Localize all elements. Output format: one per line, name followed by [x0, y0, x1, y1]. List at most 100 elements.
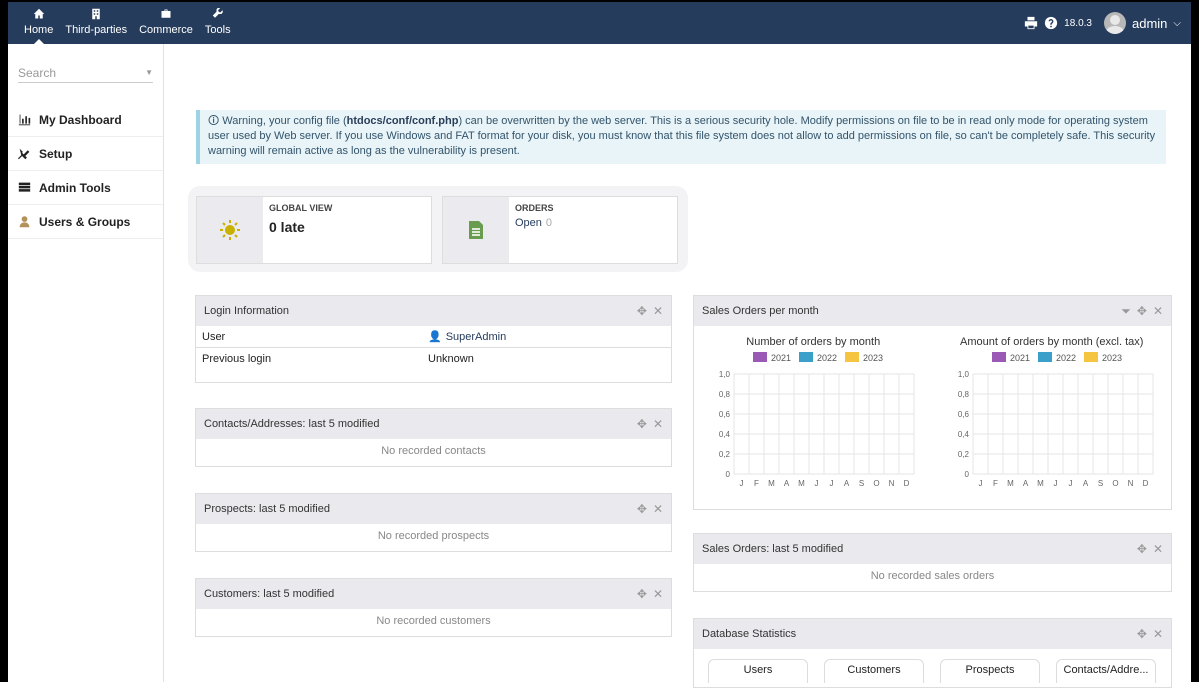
- x-tick-label: J: [978, 479, 982, 488]
- sidebar: Search ▼ My Dashboard Setup Admin Tools …: [0, 44, 164, 682]
- table-row: User 👤 SuperAdmin: [196, 326, 671, 348]
- close-icon[interactable]: ✕: [1153, 304, 1163, 319]
- row-label: Previous login: [202, 353, 272, 365]
- info-icon: 🛈: [208, 115, 220, 127]
- top-navbar: Home Third-parties Commerce Tools 18.0.3…: [0, 0, 1199, 44]
- dropdown-arrow-icon: ▼: [145, 68, 153, 77]
- contacts-panel: Contacts/Addresses: last 5 modified ✥ ✕ N…: [195, 408, 672, 467]
- menu-third-parties-label: Third-parties: [65, 24, 128, 36]
- document-icon: [443, 197, 509, 263]
- panel-title: Database Statistics: [702, 628, 797, 640]
- chart-orders-amount: Amount of orders by month (excl. tax) 20…: [937, 336, 1167, 494]
- stat-users[interactable]: Users: [708, 659, 808, 683]
- panel-title: Sales Orders per month: [702, 305, 819, 317]
- empty-message: No recorded prospects: [377, 530, 490, 542]
- user-name[interactable]: admin: [1132, 16, 1167, 31]
- close-icon[interactable]: ✕: [653, 502, 663, 516]
- home-icon: [33, 8, 44, 19]
- global-view-label: GLOBAL VIEW: [269, 203, 333, 213]
- help-icon[interactable]: [1044, 16, 1058, 30]
- sidebar-item-users-groups[interactable]: Users & Groups: [8, 205, 163, 239]
- sales-orders-panel: Sales Orders: last 5 modified ✥ ✕ No reco…: [693, 533, 1172, 592]
- y-tick-label: 0,2: [719, 450, 731, 459]
- menu-home-label: Home: [24, 24, 54, 36]
- sun-icon: [197, 197, 263, 263]
- y-tick-label: 1,0: [719, 370, 731, 379]
- close-icon[interactable]: ✕: [653, 587, 663, 601]
- screen-edge-right: [1191, 0, 1199, 682]
- stat-contacts[interactable]: Contacts/Addre...: [1056, 659, 1156, 683]
- customers-panel: Customers: last 5 modified ✥ ✕ No recorde…: [195, 578, 672, 637]
- table-row: Previous login Unknown: [196, 348, 671, 370]
- menu-home[interactable]: Home: [18, 8, 59, 44]
- legend-label: 2021: [771, 353, 791, 363]
- panel-title: Prospects: last 5 modified: [204, 503, 330, 515]
- x-tick-label: S: [1098, 479, 1103, 488]
- move-icon[interactable]: ✥: [1137, 542, 1147, 556]
- legend-swatch: [1083, 352, 1098, 362]
- x-tick-label: A: [844, 479, 850, 488]
- x-tick-label: D: [1142, 479, 1148, 488]
- close-icon[interactable]: ✕: [653, 417, 663, 431]
- chart-icon: [18, 114, 31, 126]
- chart-svg: 2021 2022 20231,00,80,60,40,20J F M A M J J A S O N D: [719, 352, 915, 488]
- user-icon: [19, 216, 30, 228]
- menu-commerce[interactable]: Commerce: [133, 8, 199, 36]
- orders-open[interactable]: Open 0: [515, 217, 554, 229]
- y-tick-label: 0,2: [958, 450, 970, 459]
- move-icon[interactable]: ✥: [1137, 627, 1147, 641]
- orders-label: ORDERS: [515, 203, 554, 213]
- move-icon[interactable]: ✥: [637, 304, 647, 318]
- y-tick-label: 1,0: [958, 370, 970, 379]
- stat-prospects[interactable]: Prospects: [940, 659, 1040, 683]
- search-input[interactable]: Search ▼: [18, 63, 153, 83]
- login-info-panel: Login Information ✥ ✕ User 👤 SuperAdmin P…: [195, 295, 672, 383]
- y-tick-label: 0: [964, 470, 969, 479]
- orders-open-count: 0: [545, 217, 553, 229]
- top-right-tools: 18.0.3 admin ⌵: [1024, 12, 1181, 34]
- x-tick-label: M: [1007, 479, 1014, 488]
- chevron-down-icon[interactable]: ⌵: [1173, 18, 1181, 29]
- move-icon[interactable]: ✥: [1137, 304, 1147, 319]
- filter-icon[interactable]: ⏷: [1121, 304, 1131, 319]
- chart-orders-count: Number of orders by month 2021 2022 2023 1,…: [698, 336, 928, 494]
- server-icon: [18, 182, 31, 192]
- x-tick-label: M: [798, 479, 805, 488]
- x-tick-label: J: [1068, 479, 1072, 488]
- move-icon[interactable]: ✥: [637, 502, 647, 516]
- panel-title: Customers: last 5 modified: [204, 588, 335, 600]
- warning-file: htdocs/conf/conf.php: [346, 115, 459, 127]
- panel-title: Sales Orders: last 5 modified: [702, 543, 844, 555]
- avatar[interactable]: [1103, 12, 1126, 34]
- empty-message: No recorded sales orders: [870, 570, 995, 582]
- y-tick-label: 0,6: [719, 410, 731, 419]
- security-warning: 🛈 Warning, your config file (htdocs/conf…: [196, 110, 1166, 164]
- chart-title: Number of orders by month: [746, 336, 881, 348]
- database-statistics-panel: Database Statistics ✥ ✕ Users Customers P…: [693, 618, 1172, 688]
- sidebar-item-setup[interactable]: Setup: [8, 137, 163, 171]
- row-value-link[interactable]: SuperAdmin: [446, 331, 507, 343]
- info-boxes: GLOBAL VIEW 0 late ORDERS Open 0: [188, 186, 688, 272]
- panel-title: Contacts/Addresses: last 5 modified: [204, 418, 380, 430]
- empty-message: No recorded contacts: [381, 445, 486, 457]
- search-placeholder: Search: [18, 65, 57, 80]
- y-tick-label: 0,6: [958, 410, 970, 419]
- x-tick-label: N: [1127, 479, 1133, 488]
- close-icon[interactable]: ✕: [1153, 627, 1163, 641]
- sidebar-item-admin-tools[interactable]: Admin Tools: [8, 171, 163, 205]
- sidebar-item-label: Users & Groups: [39, 214, 131, 229]
- print-icon[interactable]: [1024, 16, 1038, 30]
- move-icon[interactable]: ✥: [637, 587, 647, 601]
- move-icon[interactable]: ✥: [637, 417, 647, 431]
- building-icon: [92, 8, 100, 20]
- stat-customers[interactable]: Customers: [824, 659, 924, 683]
- close-icon[interactable]: ✕: [653, 304, 663, 318]
- menu-tools[interactable]: Tools: [199, 8, 237, 36]
- legend-label: 2021: [1010, 353, 1030, 363]
- orders-box[interactable]: ORDERS Open 0: [442, 196, 678, 264]
- x-tick-label: A: [1083, 479, 1089, 488]
- close-icon[interactable]: ✕: [1153, 542, 1163, 556]
- global-view-box[interactable]: GLOBAL VIEW 0 late: [196, 196, 432, 264]
- menu-third-parties[interactable]: Third-parties: [59, 8, 133, 36]
- sidebar-item-dashboard[interactable]: My Dashboard: [8, 103, 163, 137]
